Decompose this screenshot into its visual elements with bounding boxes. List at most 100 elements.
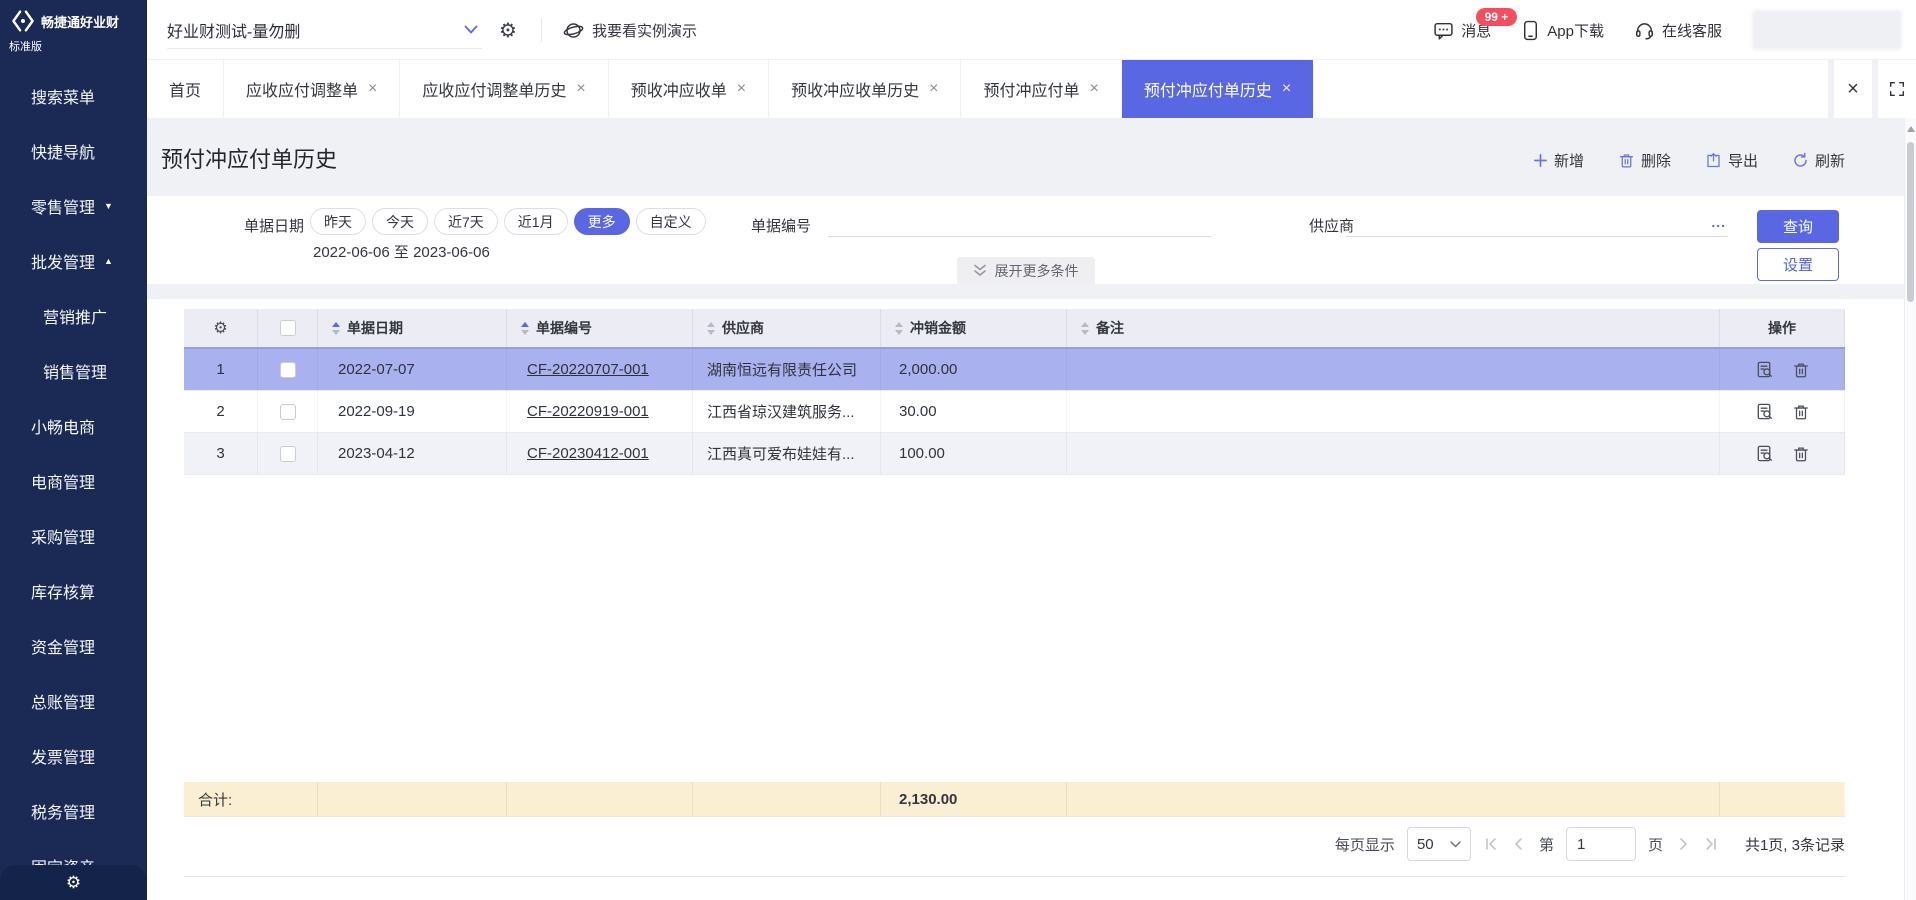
doc-no-input[interactable] bbox=[828, 210, 1211, 237]
record-summary: 共1页, 3条记录 bbox=[1745, 834, 1845, 855]
table-row[interactable]: 2 2022-09-19 CF-20220919-001 江西省琼汉建筑服务..… bbox=[184, 391, 1845, 433]
page-tab[interactable]: 预付冲应付单 × bbox=[961, 60, 1121, 118]
supplier-input[interactable]: ... bbox=[1346, 210, 1728, 237]
sort-icons[interactable] bbox=[332, 322, 340, 335]
page-tab[interactable]: 首页 × bbox=[147, 60, 224, 118]
sidebar-item[interactable]: 小畅电商 bbox=[0, 398, 147, 453]
gear-icon[interactable]: ⚙ bbox=[213, 318, 227, 338]
table-row[interactable]: 1 2022-07-07 CF-20220707-001 湖南恒远有限责任公司 … bbox=[184, 349, 1845, 391]
delete-row-icon[interactable] bbox=[1792, 403, 1810, 421]
last-page-button[interactable] bbox=[1703, 836, 1719, 852]
first-page-button[interactable] bbox=[1483, 836, 1499, 852]
header-amount[interactable]: 冲销金额 bbox=[881, 309, 1067, 347]
doc-no-link[interactable]: CF-20220707-001 bbox=[527, 361, 649, 378]
doc-no-link[interactable]: CF-20230412-001 bbox=[527, 445, 649, 462]
header-date[interactable]: 单据日期 bbox=[318, 309, 507, 347]
fullscreen-button[interactable] bbox=[1872, 60, 1916, 118]
add-button[interactable]: 新增 bbox=[1533, 150, 1584, 171]
next-page-button[interactable] bbox=[1675, 836, 1691, 852]
gear-icon[interactable]: ⚙ bbox=[66, 873, 81, 893]
row-checkbox[interactable] bbox=[280, 446, 296, 462]
expand-arrow-icon: ▼ bbox=[104, 201, 113, 211]
tab-close-icon[interactable]: × bbox=[929, 81, 938, 97]
scrollbar-thumb[interactable] bbox=[1907, 142, 1914, 302]
sort-icons[interactable] bbox=[1081, 322, 1089, 335]
sidebar-item[interactable]: 搜索菜单 bbox=[0, 68, 147, 123]
delete-row-icon[interactable] bbox=[1792, 445, 1810, 463]
header-doc-no[interactable]: 单据编号 bbox=[507, 309, 693, 347]
app-download-button[interactable]: App下载 bbox=[1521, 20, 1604, 41]
search-button[interactable]: 查询 bbox=[1757, 210, 1839, 243]
header-supplier[interactable]: 供应商 bbox=[693, 309, 881, 347]
page-tab[interactable]: 预付冲应付单历史 × bbox=[1122, 60, 1314, 118]
tab-close-icon[interactable]: × bbox=[1282, 81, 1291, 97]
chevron-down-icon bbox=[1450, 841, 1461, 848]
date-chip[interactable]: 昨天 bbox=[310, 208, 366, 235]
page-tab[interactable]: 应收应付调整单历史 × bbox=[400, 60, 608, 118]
sidebar-item[interactable]: 营销推广 bbox=[0, 288, 147, 343]
sidebar-item[interactable]: 采购管理 bbox=[0, 508, 147, 563]
page-suffix: 页 bbox=[1648, 834, 1663, 855]
expand-more-conditions[interactable]: 展开更多条件 bbox=[957, 257, 1095, 284]
prev-page-button[interactable] bbox=[1511, 836, 1527, 852]
settings-gear-button[interactable]: ⚙ bbox=[499, 0, 517, 60]
date-chips: 昨天今天近7天近1月更多自定义 bbox=[310, 208, 706, 235]
sidebar-item[interactable]: 固定资产 bbox=[0, 838, 147, 865]
demo-link[interactable]: 我要看实例演示 bbox=[563, 0, 697, 60]
per-page-select[interactable]: 50 bbox=[1407, 827, 1471, 861]
page-tab[interactable]: 预收冲应收单 × bbox=[609, 60, 769, 118]
date-chip[interactable]: 近7天 bbox=[434, 208, 498, 235]
table-row[interactable]: 3 2023-04-12 CF-20230412-001 江西真可爱布娃娃有..… bbox=[184, 433, 1845, 475]
sidebar-settings-bar[interactable]: ⚙ bbox=[0, 865, 147, 900]
export-button[interactable]: 导出 bbox=[1705, 150, 1758, 171]
date-range-value[interactable]: 2022-06-06 至 2023-06-06 bbox=[313, 241, 490, 262]
sidebar-item[interactable]: 快捷导航 bbox=[0, 123, 147, 178]
scroll-up-arrow-icon[interactable] bbox=[1907, 126, 1915, 132]
view-detail-icon[interactable] bbox=[1755, 360, 1774, 379]
sidebar-item[interactable]: 总账管理 bbox=[0, 673, 147, 728]
tab-close-icon[interactable]: × bbox=[368, 81, 377, 97]
column-settings-cell[interactable]: ⚙ bbox=[184, 309, 258, 347]
delete-button[interactable]: 删除 bbox=[1618, 150, 1671, 171]
sort-icons[interactable] bbox=[895, 322, 903, 335]
tab-close-icon[interactable]: × bbox=[737, 81, 746, 97]
page-tab[interactable]: 应收应付调整单 × bbox=[224, 60, 400, 118]
date-chip[interactable]: 更多 bbox=[574, 208, 630, 235]
header-remark[interactable]: 备注 bbox=[1067, 309, 1720, 347]
sidebar-item[interactable]: 电商管理 bbox=[0, 453, 147, 508]
row-checkbox[interactable] bbox=[280, 362, 296, 378]
sort-icons[interactable] bbox=[707, 322, 715, 335]
sidebar-item[interactable]: 批发管理 ▲ bbox=[0, 233, 147, 288]
row-checkbox[interactable] bbox=[280, 404, 296, 420]
close-all-tabs-button[interactable]: × bbox=[1828, 60, 1872, 118]
company-selector[interactable]: 好业财测试-量勿删 bbox=[167, 11, 482, 49]
view-detail-icon[interactable] bbox=[1755, 444, 1774, 463]
select-all-cell[interactable] bbox=[258, 309, 318, 347]
sidebar-item[interactable]: 库存核算 bbox=[0, 563, 147, 618]
tab-close-icon[interactable]: × bbox=[1089, 81, 1098, 97]
date-chip[interactable]: 今天 bbox=[372, 208, 428, 235]
doc-no-link[interactable]: CF-20220919-001 bbox=[527, 403, 649, 420]
page-number-input[interactable]: 1 bbox=[1566, 827, 1636, 861]
sidebar-item[interactable]: 资金管理 bbox=[0, 618, 147, 673]
date-chip[interactable]: 近1月 bbox=[504, 208, 568, 235]
user-account-redacted[interactable] bbox=[1752, 10, 1902, 50]
tab-label: 预收冲应收单历史 bbox=[791, 77, 919, 101]
sidebar-item[interactable]: 发票管理 bbox=[0, 728, 147, 783]
online-service-button[interactable]: 在线客服 bbox=[1634, 20, 1722, 41]
supplier-picker-ellipsis[interactable]: ... bbox=[1711, 214, 1726, 230]
tab-close-icon[interactable]: × bbox=[576, 81, 585, 97]
sort-icons[interactable] bbox=[521, 322, 529, 335]
sidebar-item[interactable]: 销售管理 bbox=[0, 343, 147, 398]
date-chip[interactable]: 自定义 bbox=[636, 208, 706, 235]
view-detail-icon[interactable] bbox=[1755, 402, 1774, 421]
sidebar-item[interactable]: 零售管理 ▼ bbox=[0, 178, 147, 233]
vertical-scrollbar[interactable] bbox=[1904, 118, 1916, 900]
select-all-checkbox[interactable] bbox=[280, 320, 296, 336]
delete-row-icon[interactable] bbox=[1792, 361, 1810, 379]
settings-button[interactable]: 设置 bbox=[1757, 248, 1839, 281]
messages-button[interactable]: 消息 99 + bbox=[1433, 20, 1491, 41]
refresh-button[interactable]: 刷新 bbox=[1792, 150, 1845, 171]
page-tab[interactable]: 预收冲应收单历史 × bbox=[769, 60, 961, 118]
sidebar-item[interactable]: 税务管理 bbox=[0, 783, 147, 838]
